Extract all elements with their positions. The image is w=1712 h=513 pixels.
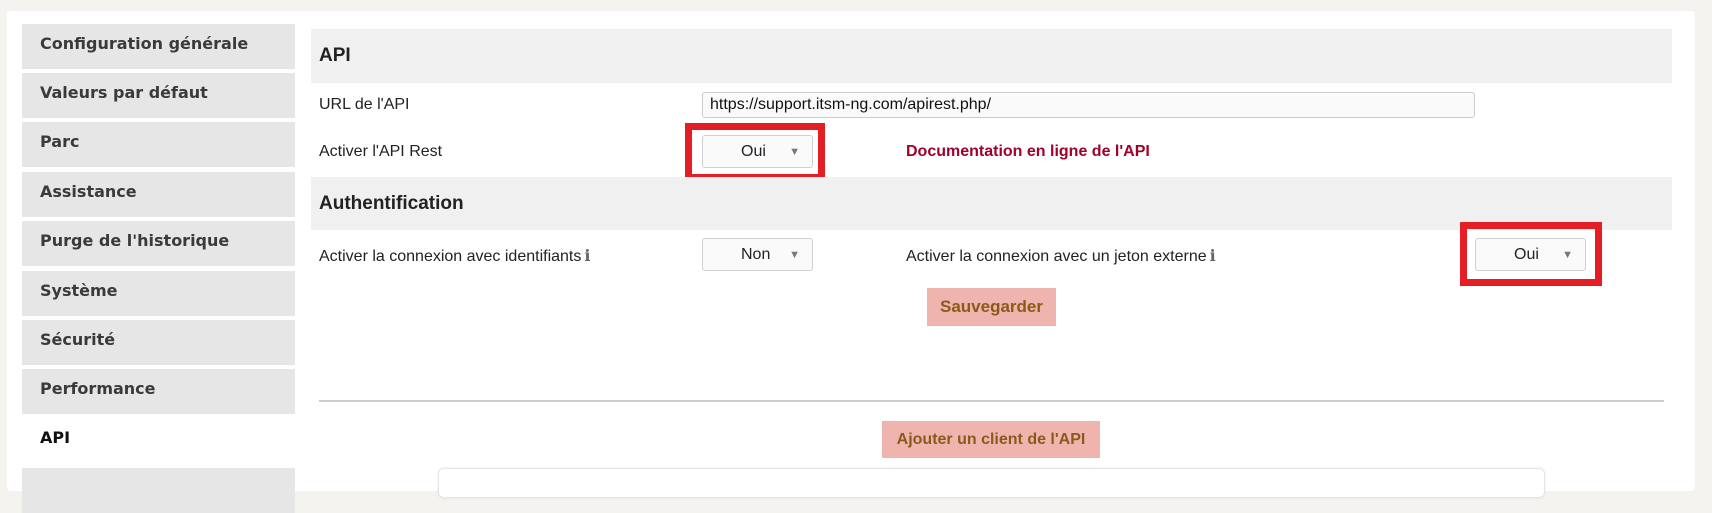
save-button[interactable]: Sauvegarder (927, 288, 1056, 326)
sidebar-item-assistance[interactable]: Assistance (22, 172, 295, 217)
select-value: Oui (741, 142, 766, 160)
sidebar-item-system[interactable]: Système (22, 271, 295, 316)
sidebar-item-security[interactable]: Sécurité (22, 320, 295, 365)
select-value: Oui (1514, 245, 1539, 263)
sidebar-item-general[interactable]: Configuration générale (22, 24, 295, 69)
chevron-down-icon: ▼ (789, 249, 800, 261)
api-clients-panel (438, 468, 1545, 498)
enable-rest-label: Activer l'API Rest (319, 143, 443, 160)
info-icon[interactable]: i (1210, 246, 1216, 265)
add-api-client-button[interactable]: Ajouter un client de l'API (882, 421, 1100, 458)
url-label: URL de l'API (319, 96, 410, 113)
divider (319, 400, 1664, 402)
sidebar-item-history-purge[interactable]: Purge de l'historique (22, 221, 295, 266)
api-url-input[interactable] (702, 92, 1475, 118)
enable-rest-select[interactable]: Oui ▼ (702, 135, 813, 168)
sidebar-item-next[interactable] (22, 468, 295, 513)
section-header-api: API (311, 29, 1672, 83)
sidebar-item-defaults[interactable]: Valeurs par défaut (22, 73, 295, 118)
select-value: Non (741, 245, 771, 263)
chevron-down-icon: ▼ (789, 146, 800, 158)
credentials-select[interactable]: Non ▼ (702, 238, 813, 271)
sidebar-item-performance[interactable]: Performance (22, 369, 295, 414)
credentials-label-text: Activer la connexion avec identifiants (319, 248, 582, 265)
info-icon[interactable]: i (584, 246, 590, 265)
chevron-down-icon: ▼ (1562, 249, 1573, 261)
sidebar-item-api[interactable]: API (22, 415, 295, 460)
api-documentation-link[interactable]: Documentation en ligne de l'API (906, 143, 1150, 161)
sidebar-item-assets[interactable]: Parc (22, 122, 295, 167)
external-token-label: Activer la connexion avec un jeton exter… (906, 246, 1216, 266)
external-token-select[interactable]: Oui ▼ (1475, 238, 1586, 271)
credentials-label: Activer la connexion avec identifiants i (319, 246, 590, 266)
external-token-label-text: Activer la connexion avec un jeton exter… (906, 248, 1207, 265)
